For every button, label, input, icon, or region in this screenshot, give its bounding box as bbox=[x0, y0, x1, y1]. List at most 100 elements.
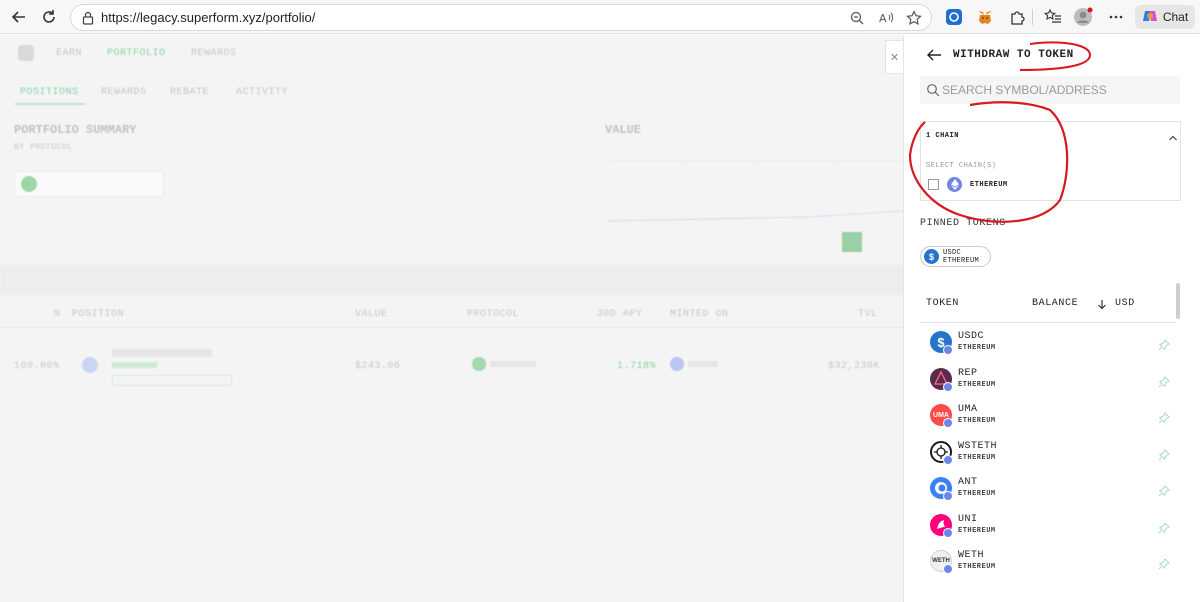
row-minted-on bbox=[670, 357, 720, 371]
pinned-token-usdc[interactable]: $ USDC ETHEREUM bbox=[920, 246, 991, 267]
copilot-chat-button[interactable]: Chat bbox=[1135, 5, 1195, 29]
token-symbol: UMA bbox=[958, 404, 978, 415]
vault-protocol-label bbox=[112, 362, 157, 368]
nav-portfolio: PORTFOLIO bbox=[107, 48, 166, 59]
read-aloud-icon[interactable]: A bbox=[877, 9, 895, 27]
zoom-icon[interactable] bbox=[848, 9, 866, 27]
token-chain: ETHEREUM bbox=[958, 454, 996, 462]
pin-icon[interactable] bbox=[1158, 412, 1170, 424]
favorites-list-icon[interactable] bbox=[1043, 7, 1063, 27]
header-token[interactable]: TOKEN bbox=[926, 298, 959, 309]
header-balance[interactable]: BALANCE bbox=[1032, 298, 1078, 309]
tab-positions: POSITIONS bbox=[20, 87, 79, 98]
token-row-rep[interactable]: REP ETHEREUM bbox=[920, 364, 1176, 400]
token-symbol: UNI bbox=[958, 514, 978, 525]
nav-rewards: REWARDS bbox=[191, 48, 237, 59]
metamask-icon[interactable] bbox=[975, 7, 995, 27]
arrow-left-icon bbox=[927, 49, 941, 61]
svg-text:A: A bbox=[879, 12, 887, 25]
chain-option-label: ETHEREUM bbox=[970, 181, 1008, 189]
refresh-icon[interactable] bbox=[38, 6, 60, 28]
chat-label: Chat bbox=[1162, 10, 1189, 24]
usdc-icon: $ bbox=[924, 249, 939, 264]
ethereum-icon bbox=[947, 177, 962, 192]
edge-extension-icon[interactable] bbox=[944, 7, 964, 27]
token-chain: ETHEREUM bbox=[958, 527, 996, 535]
url-text: https://legacy.superform.xyz/portfolio/ bbox=[101, 10, 316, 25]
token-row-wsteth[interactable]: WSTETH ETHEREUM bbox=[920, 437, 1176, 473]
pin-icon[interactable] bbox=[1158, 376, 1170, 388]
portfolio-summary-subtitle: BY PROTOCOL bbox=[14, 143, 73, 152]
search-input[interactable] bbox=[942, 81, 1172, 99]
browser-toolbar: https://legacy.superform.xyz/portfolio/ … bbox=[0, 0, 1200, 34]
th-percent: % bbox=[54, 309, 61, 320]
token-row-usdc[interactable]: $ USDC ETHEREUM bbox=[920, 327, 1176, 363]
portfolio-summary-title: PORTFOLIO SUMMARY bbox=[14, 123, 137, 137]
header-divider bbox=[920, 322, 1176, 323]
pinned-chain: ETHEREUM bbox=[943, 257, 980, 265]
back-icon[interactable] bbox=[8, 6, 30, 28]
protocol-summary-card bbox=[14, 171, 164, 197]
pin-icon[interactable] bbox=[1158, 449, 1170, 461]
token-symbol: WSTETH bbox=[958, 441, 998, 452]
sort-down-arrow-icon[interactable] bbox=[1097, 297, 1107, 315]
protocol-logo-icon bbox=[21, 176, 37, 192]
row-apy: 1.718% bbox=[617, 361, 657, 372]
th-tvl: TVL bbox=[858, 309, 878, 320]
close-drawer-button[interactable]: ✕ bbox=[885, 40, 903, 74]
pin-icon[interactable] bbox=[1158, 522, 1170, 534]
chart-period-button bbox=[842, 232, 862, 252]
row-value: $243.06 bbox=[355, 361, 401, 372]
chain-count: 1 CHAIN bbox=[926, 132, 959, 140]
back-arrow-button[interactable] bbox=[926, 47, 942, 63]
ethereum-checkbox[interactable] bbox=[928, 179, 939, 190]
token-row-uma[interactable]: UMA UMA ETHEREUM bbox=[920, 400, 1176, 436]
row-protocol-icon bbox=[472, 357, 486, 371]
token-search[interactable] bbox=[920, 76, 1180, 104]
address-bar[interactable]: https://legacy.superform.xyz/portfolio/ … bbox=[70, 4, 932, 31]
token-row-ant[interactable]: ANT ETHEREUM bbox=[920, 473, 1176, 509]
search-icon bbox=[926, 83, 940, 102]
pinned-tokens-label: PINNED TOKENS bbox=[920, 218, 1006, 229]
value-title: VALUE bbox=[605, 123, 642, 137]
table-toolbar bbox=[0, 265, 903, 295]
favorite-star-icon[interactable] bbox=[905, 9, 923, 27]
token-symbol: WETH bbox=[958, 550, 985, 561]
th-position: POSITION bbox=[72, 309, 125, 320]
header-usd[interactable]: USD bbox=[1115, 298, 1135, 309]
vault-tags bbox=[112, 375, 232, 386]
tab-rewards: REWARDS bbox=[101, 87, 147, 98]
ethereum-badge-icon bbox=[943, 564, 953, 574]
drawer-title: WITHDRAW TO TOKEN bbox=[953, 49, 1074, 61]
superform-logo-icon bbox=[18, 45, 34, 61]
vault-logo-icon bbox=[82, 357, 98, 373]
profile-avatar-icon[interactable] bbox=[1073, 7, 1093, 27]
th-minted-on: MINTED ON bbox=[670, 309, 729, 320]
lock-icon[interactable] bbox=[79, 9, 97, 27]
token-row-weth[interactable]: WETH WETH ETHEREUM bbox=[920, 546, 1176, 582]
token-symbol: USDC bbox=[958, 331, 985, 342]
nav-earn: EARN bbox=[56, 48, 83, 59]
select-chains-label: SELECT CHAIN(S) bbox=[926, 162, 997, 170]
close-icon: ✕ bbox=[889, 51, 900, 64]
token-chain: ETHEREUM bbox=[958, 344, 996, 352]
active-tab-underline bbox=[15, 103, 85, 105]
ethereum-badge-icon bbox=[943, 418, 953, 428]
token-row-uni[interactable]: UNI ETHEREUM bbox=[920, 510, 1176, 546]
token-list-scrollbar[interactable] bbox=[1176, 283, 1180, 319]
chevron-up-icon[interactable] bbox=[1168, 130, 1178, 148]
token-symbol: REP bbox=[958, 368, 978, 379]
token-symbol: ANT bbox=[958, 477, 978, 488]
ethereum-badge-icon bbox=[943, 345, 953, 355]
token-chain: ETHEREUM bbox=[958, 490, 996, 498]
row-protocol bbox=[472, 357, 536, 371]
more-menu-icon[interactable] bbox=[1106, 7, 1126, 27]
ethereum-badge-icon bbox=[943, 455, 953, 465]
pin-icon[interactable] bbox=[1158, 558, 1170, 570]
pin-icon[interactable] bbox=[1158, 485, 1170, 497]
extensions-puzzle-icon[interactable] bbox=[1007, 7, 1027, 27]
pin-icon[interactable] bbox=[1158, 339, 1170, 351]
token-chain: ETHEREUM bbox=[958, 563, 996, 571]
ethereum-badge-icon bbox=[943, 528, 953, 538]
ethereum-badge-icon bbox=[943, 491, 953, 501]
